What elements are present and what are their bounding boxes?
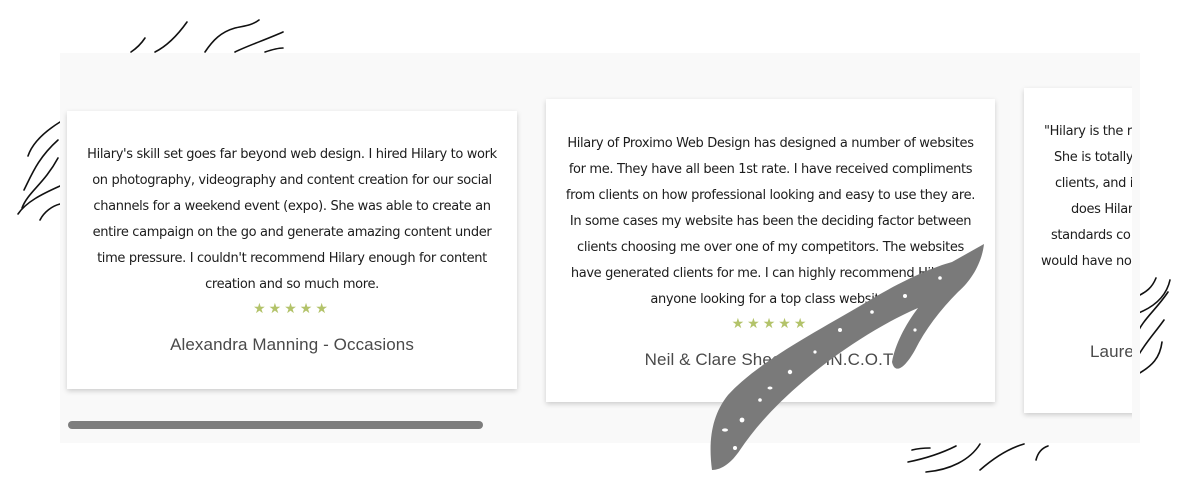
quote-line: clients, and i — [1055, 176, 1132, 191]
decorative-scribble-left — [17, 121, 61, 221]
testimonial-quote: "Hilary is the r She is totally clients,… — [1024, 88, 1132, 275]
testimonial-author: Laure — [1090, 342, 1132, 361]
carousel-scrollbar[interactable] — [68, 420, 1132, 430]
testimonial-card-partial: "Hilary is the r She is totally clients,… — [1024, 88, 1132, 413]
testimonial-author: Neil & Clare Sheehan - IN.C.O.T. — [644, 350, 897, 369]
star-rating: ★★★★★ — [731, 315, 810, 331]
quote-line: standards co — [1051, 228, 1131, 243]
quote-line: She is totally — [1054, 150, 1132, 165]
testimonials-carousel[interactable]: Hilary's skill set goes far beyond web d… — [60, 53, 1132, 443]
testimonial-card: Hilary of Proximo Web Design has designe… — [546, 99, 995, 402]
decorative-scribble-right — [1136, 277, 1171, 375]
testimonial-card: Hilary's skill set goes far beyond web d… — [67, 111, 517, 389]
testimonial-author: Alexandra Manning - Occasions — [170, 335, 414, 354]
decorative-scribble-bottom — [907, 443, 1049, 473]
scrollbar-thumb[interactable] — [68, 421, 483, 429]
quote-line: would have no — [1041, 254, 1132, 269]
quote-line: "Hilary is the r — [1044, 124, 1132, 139]
testimonial-quote: Hilary's skill set goes far beyond web d… — [87, 147, 497, 292]
star-rating: ★★★★★ — [253, 300, 331, 316]
quote-line: does Hilar — [1071, 202, 1132, 217]
testimonial-quote: Hilary of Proximo Web Design has designe… — [565, 136, 976, 307]
